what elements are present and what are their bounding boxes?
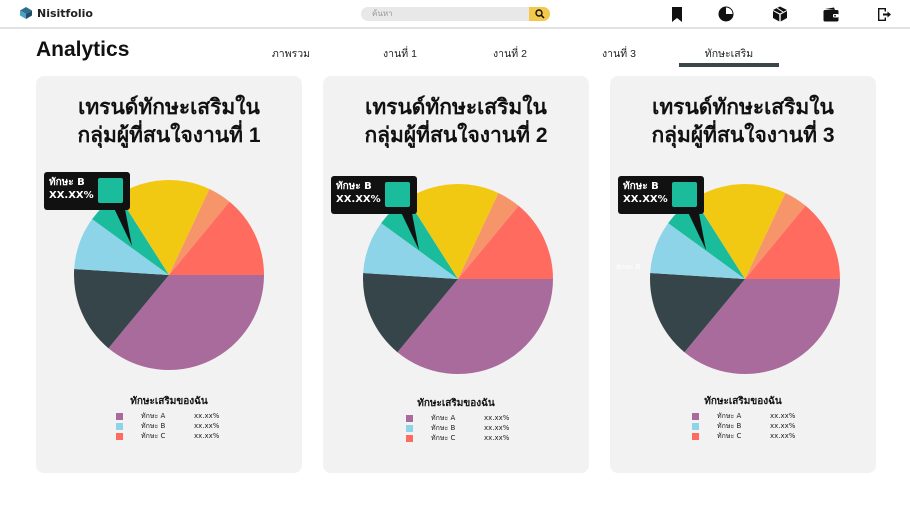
legend-value: xx.xx% xyxy=(484,414,510,422)
pie-tooltip: ทักษะ B XX.XX% xyxy=(44,172,130,210)
top-bar: Nisitfolio ค้นหา xyxy=(0,0,910,29)
tooltip-swatch xyxy=(672,182,697,207)
legend-label: ทักษะ A xyxy=(431,414,456,422)
cube-icon[interactable] xyxy=(772,6,788,22)
legend-value: xx.xx% xyxy=(194,422,220,430)
legend-title: ทักษะเสริมของฉัน xyxy=(704,396,782,407)
tab-overview[interactable]: ภาพรวม xyxy=(241,45,341,62)
search-icon xyxy=(534,9,545,19)
tab-extra-skills[interactable]: ทักษะเสริม xyxy=(679,45,779,62)
legend-swatch xyxy=(116,433,123,440)
tooltip-label: ทักษะ B xyxy=(623,181,659,192)
legend-swatch xyxy=(406,435,413,442)
tooltip-pointer xyxy=(686,208,706,250)
skill-trend-card-3: เทรนด์ทักษะเสริมใน กลุ่มผู้ที่สนใจงานที่… xyxy=(610,76,876,473)
pie-tooltip: ทักษะ B XX.XX% xyxy=(331,176,417,214)
legend-label: ทักษะ C xyxy=(141,432,166,440)
legend-value: xx.xx% xyxy=(194,412,220,420)
tab-job-2[interactable]: งานที่ 2 xyxy=(460,45,560,62)
legend-value: xx.xx% xyxy=(770,412,796,420)
legend-value: xx.xx% xyxy=(484,434,510,442)
tooltip-pointer xyxy=(399,208,419,250)
legend-swatch xyxy=(116,413,123,420)
brand-logo-icon xyxy=(20,7,32,19)
pie-chart xyxy=(74,180,264,371)
legend-swatch xyxy=(692,433,699,440)
bookmark-icon[interactable] xyxy=(669,6,685,22)
legend-value: xx.xx% xyxy=(770,432,796,440)
legend-label: ทักษะ B xyxy=(717,422,742,430)
legend-value: xx.xx% xyxy=(770,422,796,430)
legend-label: ทักษะ C xyxy=(431,434,456,442)
legend-label: ทักษะ B xyxy=(431,424,456,432)
legend-swatch xyxy=(406,415,413,422)
tooltip-pointer xyxy=(112,204,132,246)
ghost-label: ทักษะ B xyxy=(616,263,641,271)
legend-swatch xyxy=(692,423,699,430)
pie-chart xyxy=(363,184,553,375)
tooltip-label: ทักษะ B xyxy=(336,181,372,192)
legend-value: xx.xx% xyxy=(194,432,220,440)
tab-job-3[interactable]: งานที่ 3 xyxy=(569,45,669,62)
tooltip-value: XX.XX% xyxy=(49,190,94,201)
tooltip-label: ทักษะ B xyxy=(49,177,85,188)
legend-title: ทักษะเสริมของฉัน xyxy=(417,398,495,409)
tooltip-swatch xyxy=(385,182,410,207)
page-title: Analytics xyxy=(36,38,130,61)
legend-label: ทักษะ C xyxy=(717,432,742,440)
pie-chart xyxy=(650,184,840,375)
tooltip-value: XX.XX% xyxy=(623,194,668,205)
wallet-icon[interactable] xyxy=(823,6,839,22)
active-tab-indicator xyxy=(679,63,779,67)
legend-swatch xyxy=(406,425,413,432)
logout-icon[interactable] xyxy=(876,6,892,22)
legend-title: ทักษะเสริมของฉัน xyxy=(130,396,208,407)
skill-trend-card-2: เทรนด์ทักษะเสริมใน กลุ่มผู้ที่สนใจงานที่… xyxy=(323,76,589,473)
tooltip-swatch xyxy=(98,178,123,203)
tab-job-1[interactable]: งานที่ 1 xyxy=(350,45,450,62)
pie-chart-icon[interactable] xyxy=(718,6,734,22)
brand-name: Nisitfolio xyxy=(37,6,93,20)
legend-label: ทักษะ A xyxy=(141,412,166,420)
legend-label: ทักษะ B xyxy=(141,422,166,430)
search-input[interactable]: ค้นหา xyxy=(372,8,393,20)
search-button[interactable] xyxy=(529,7,550,21)
pie-tooltip: ทักษะ B XX.XX% xyxy=(618,176,704,214)
legend-value: xx.xx% xyxy=(484,424,510,432)
legend-label: ทักษะ A xyxy=(717,412,742,420)
search-bar[interactable]: ค้นหา xyxy=(361,7,550,21)
tooltip-value: XX.XX% xyxy=(336,194,381,205)
brand[interactable]: Nisitfolio xyxy=(19,6,93,20)
skill-trend-card-1: เทรนด์ทักษะเสริมใน กลุ่มผู้ที่สนใจงานที่… xyxy=(36,76,302,473)
legend-swatch xyxy=(116,423,123,430)
legend-swatch xyxy=(692,413,699,420)
